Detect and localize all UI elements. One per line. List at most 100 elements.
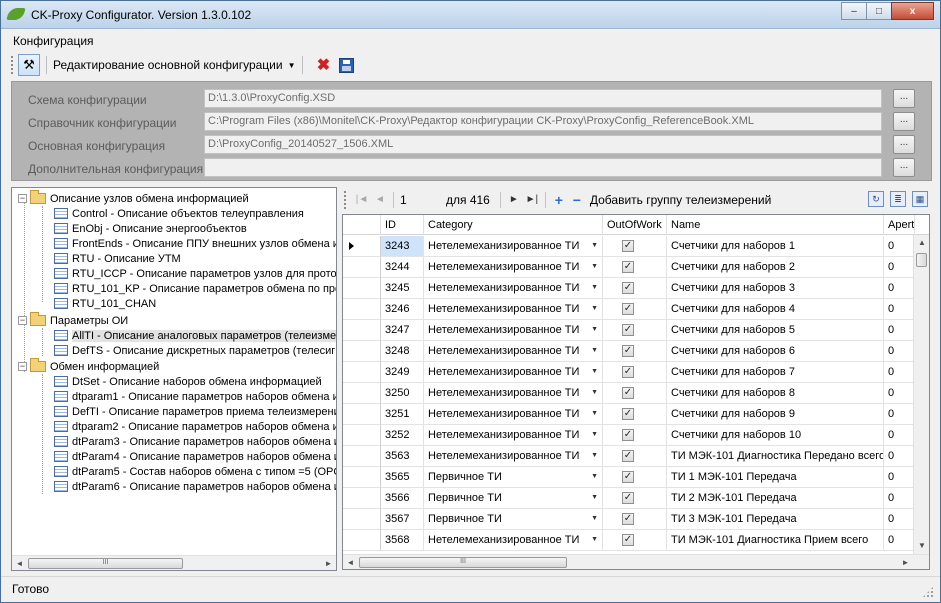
save-button[interactable] [338, 57, 354, 73]
resize-grip-icon[interactable] [922, 586, 934, 598]
tree-horizontal-scrollbar[interactable]: ◄ III ► [12, 555, 336, 570]
row-header[interactable] [343, 530, 381, 551]
scroll-left-icon[interactable]: ◄ [12, 556, 27, 570]
cell-apert[interactable]: 0 [884, 383, 915, 404]
cell-name[interactable]: Счетчики для наборов 6 [667, 341, 884, 362]
maximize-button[interactable]: □ [866, 2, 892, 20]
cell-id[interactable]: 3252 [381, 425, 424, 446]
main-config-path-field[interactable]: D:\ProxyConfig_20140527_1506.XML [204, 135, 882, 154]
delete-button[interactable]: ✖ [315, 55, 333, 75]
scroll-thumb[interactable]: III [28, 558, 183, 569]
minimize-button[interactable]: – [841, 2, 867, 20]
tree-leaf-node[interactable]: DefTI - Описание параметров приема телеи… [54, 404, 336, 419]
cell-id[interactable]: 3563 [381, 446, 424, 467]
tree-group-node[interactable]: − Параметры ОИ [18, 312, 128, 328]
table-row[interactable]: 3247 Нетелемеханизированное ТИ ▼ ✓ Счетчики … [343, 320, 929, 341]
chevron-down-icon[interactable]: ▼ [591, 284, 598, 291]
tree-leaf-node[interactable]: dtparam2 - Описание параметров наборов о… [54, 419, 336, 434]
table-row[interactable]: 3251 Нетелемеханизированное ТИ ▼ ✓ Счетчики … [343, 404, 929, 425]
cell-apert[interactable]: 0 [884, 257, 915, 278]
cell-category[interactable]: Нетелемеханизированное ТИ ▼ [424, 446, 603, 467]
browse-additional-config-button[interactable]: ... [893, 158, 915, 177]
cell-apert[interactable]: 0 [884, 530, 915, 551]
chevron-down-icon[interactable]: ▼ [591, 242, 598, 249]
cell-apert[interactable]: 0 [884, 488, 915, 509]
table-row[interactable]: 3252 Нетелемеханизированное ТИ ▼ ✓ Счетчики … [343, 425, 929, 446]
browse-schema-button[interactable]: ... [893, 89, 915, 108]
cell-id[interactable]: 3249 [381, 362, 424, 383]
cell-category[interactable]: Нетелемеханизированное ТИ ▼ [424, 425, 603, 446]
cell-id[interactable]: 3250 [381, 383, 424, 404]
row-header[interactable] [343, 320, 381, 341]
cell-category[interactable]: Нетелемеханизированное ТИ ▼ [424, 383, 603, 404]
scroll-up-icon[interactable]: ▲ [914, 235, 929, 251]
tree-leaf-node[interactable]: dtParam5 - Состав наборов обмена с типом… [54, 464, 336, 479]
table-row[interactable]: 3249 Нетелемеханизированное ТИ ▼ ✓ Счетчики … [343, 362, 929, 383]
tree-expander[interactable]: − [18, 362, 27, 371]
chevron-down-icon[interactable]: ▼ [591, 452, 598, 459]
scroll-thumb[interactable]: III [359, 557, 567, 568]
cell-id[interactable]: 3566 [381, 488, 424, 509]
table-row[interactable]: 3248 Нетелемеханизированное ТИ ▼ ✓ Счетчики … [343, 341, 929, 362]
cell-name[interactable]: ТИ МЭК-101 Диагностика Передано всего [667, 446, 884, 467]
cell-apert[interactable]: 0 [884, 362, 915, 383]
outofwork-checkbox[interactable]: ✓ [622, 303, 634, 315]
record-position-input[interactable]: 1 [398, 193, 442, 207]
cell-apert[interactable]: 0 [884, 320, 915, 341]
cell-id[interactable]: 3251 [381, 404, 424, 425]
cell-id[interactable]: 3247 [381, 320, 424, 341]
cell-name[interactable]: Счетчики для наборов 5 [667, 320, 884, 341]
add-group-button[interactable]: Добавить группу телеизмерений [590, 193, 771, 207]
row-header[interactable] [343, 257, 381, 278]
tree-leaf-node[interactable]: DefTS - Описание дискретных параметров (… [54, 343, 336, 358]
tree-leaf-node[interactable]: dtParam4 - Описание параметров наборов о… [54, 449, 336, 464]
tree-leaf-node[interactable]: RTU_101_CHAN [54, 296, 156, 311]
cell-id[interactable]: 3565 [381, 467, 424, 488]
cell-id[interactable]: 3246 [381, 299, 424, 320]
cell-id[interactable]: 3567 [381, 509, 424, 530]
cell-category[interactable]: Нетелемеханизированное ТИ ▼ [424, 404, 603, 425]
cell-category[interactable]: Нетелемеханизированное ТИ ▼ [424, 257, 603, 278]
outofwork-checkbox[interactable]: ✓ [622, 534, 634, 546]
cell-id[interactable]: 3244 [381, 257, 424, 278]
tree-leaf-node[interactable]: dtparam1 - Описание параметров наборов о… [54, 389, 336, 404]
export-icon[interactable]: ▦ [912, 191, 928, 207]
cell-apert[interactable]: 0 [884, 341, 915, 362]
outofwork-checkbox[interactable]: ✓ [622, 282, 634, 294]
close-button[interactable]: x [891, 2, 934, 20]
row-header[interactable] [343, 299, 381, 320]
chevron-down-icon[interactable]: ▼ [591, 368, 598, 375]
row-header[interactable] [343, 236, 381, 257]
reference-path-field[interactable]: C:\Program Files (x86)\Monitel\CK-Proxy\… [204, 112, 882, 131]
table-row[interactable]: 3563 Нетелемеханизированное ТИ ▼ ✓ ТИ МЭК-10… [343, 446, 929, 467]
cell-category[interactable]: Нетелемеханизированное ТИ ▼ [424, 362, 603, 383]
navigator-grip[interactable] [344, 190, 347, 209]
previous-record-button[interactable]: ◄ [371, 194, 389, 205]
column-header-apert[interactable]: Apert [884, 215, 915, 235]
cell-apert[interactable]: 0 [884, 236, 915, 257]
cell-category[interactable]: Нетелемеханизированное ТИ ▼ [424, 236, 603, 257]
cell-id[interactable]: 3248 [381, 341, 424, 362]
tree-leaf-node[interactable]: dtParam3 - Описание параметров наборов о… [54, 434, 336, 449]
row-header[interactable] [343, 446, 381, 467]
row-header[interactable] [343, 278, 381, 299]
tree-group-node[interactable]: − Обмен информацией [18, 358, 159, 374]
table-row[interactable]: 3243 Нетелемеханизированное ТИ ▼ ✓ Счетчики … [343, 236, 929, 257]
cell-name[interactable]: Счетчики для наборов 2 [667, 257, 884, 278]
schema-path-field[interactable]: D:\1.3.0\ProxyConfig.XSD [204, 89, 882, 108]
cell-name[interactable]: Счетчики для наборов 8 [667, 383, 884, 404]
cell-category[interactable]: Первичное ТИ ▼ [424, 488, 603, 509]
scroll-left-icon[interactable]: ◄ [343, 555, 358, 569]
cell-name[interactable]: ТИ 3 МЭК-101 Передача [667, 509, 884, 530]
tree-leaf-node[interactable]: dtParam6 - Описание параметров наборов о… [54, 479, 336, 494]
table-row[interactable]: 3244 Нетелемеханизированное ТИ ▼ ✓ Счетчики … [343, 257, 929, 278]
outofwork-checkbox[interactable]: ✓ [622, 261, 634, 273]
tree-leaf-node[interactable]: DtSet - Описание наборов обмена информац… [54, 374, 322, 389]
outofwork-checkbox[interactable]: ✓ [622, 408, 634, 420]
outofwork-checkbox[interactable]: ✓ [622, 429, 634, 441]
cell-name[interactable]: ТИ МЭК-101 Диагностика Прием всего [667, 530, 884, 551]
browse-reference-button[interactable]: ... [893, 112, 915, 131]
outofwork-checkbox[interactable]: ✓ [622, 387, 634, 399]
outofwork-checkbox[interactable]: ✓ [622, 345, 634, 357]
table-row[interactable]: 3246 Нетелемеханизированное ТИ ▼ ✓ Счетчики … [343, 299, 929, 320]
